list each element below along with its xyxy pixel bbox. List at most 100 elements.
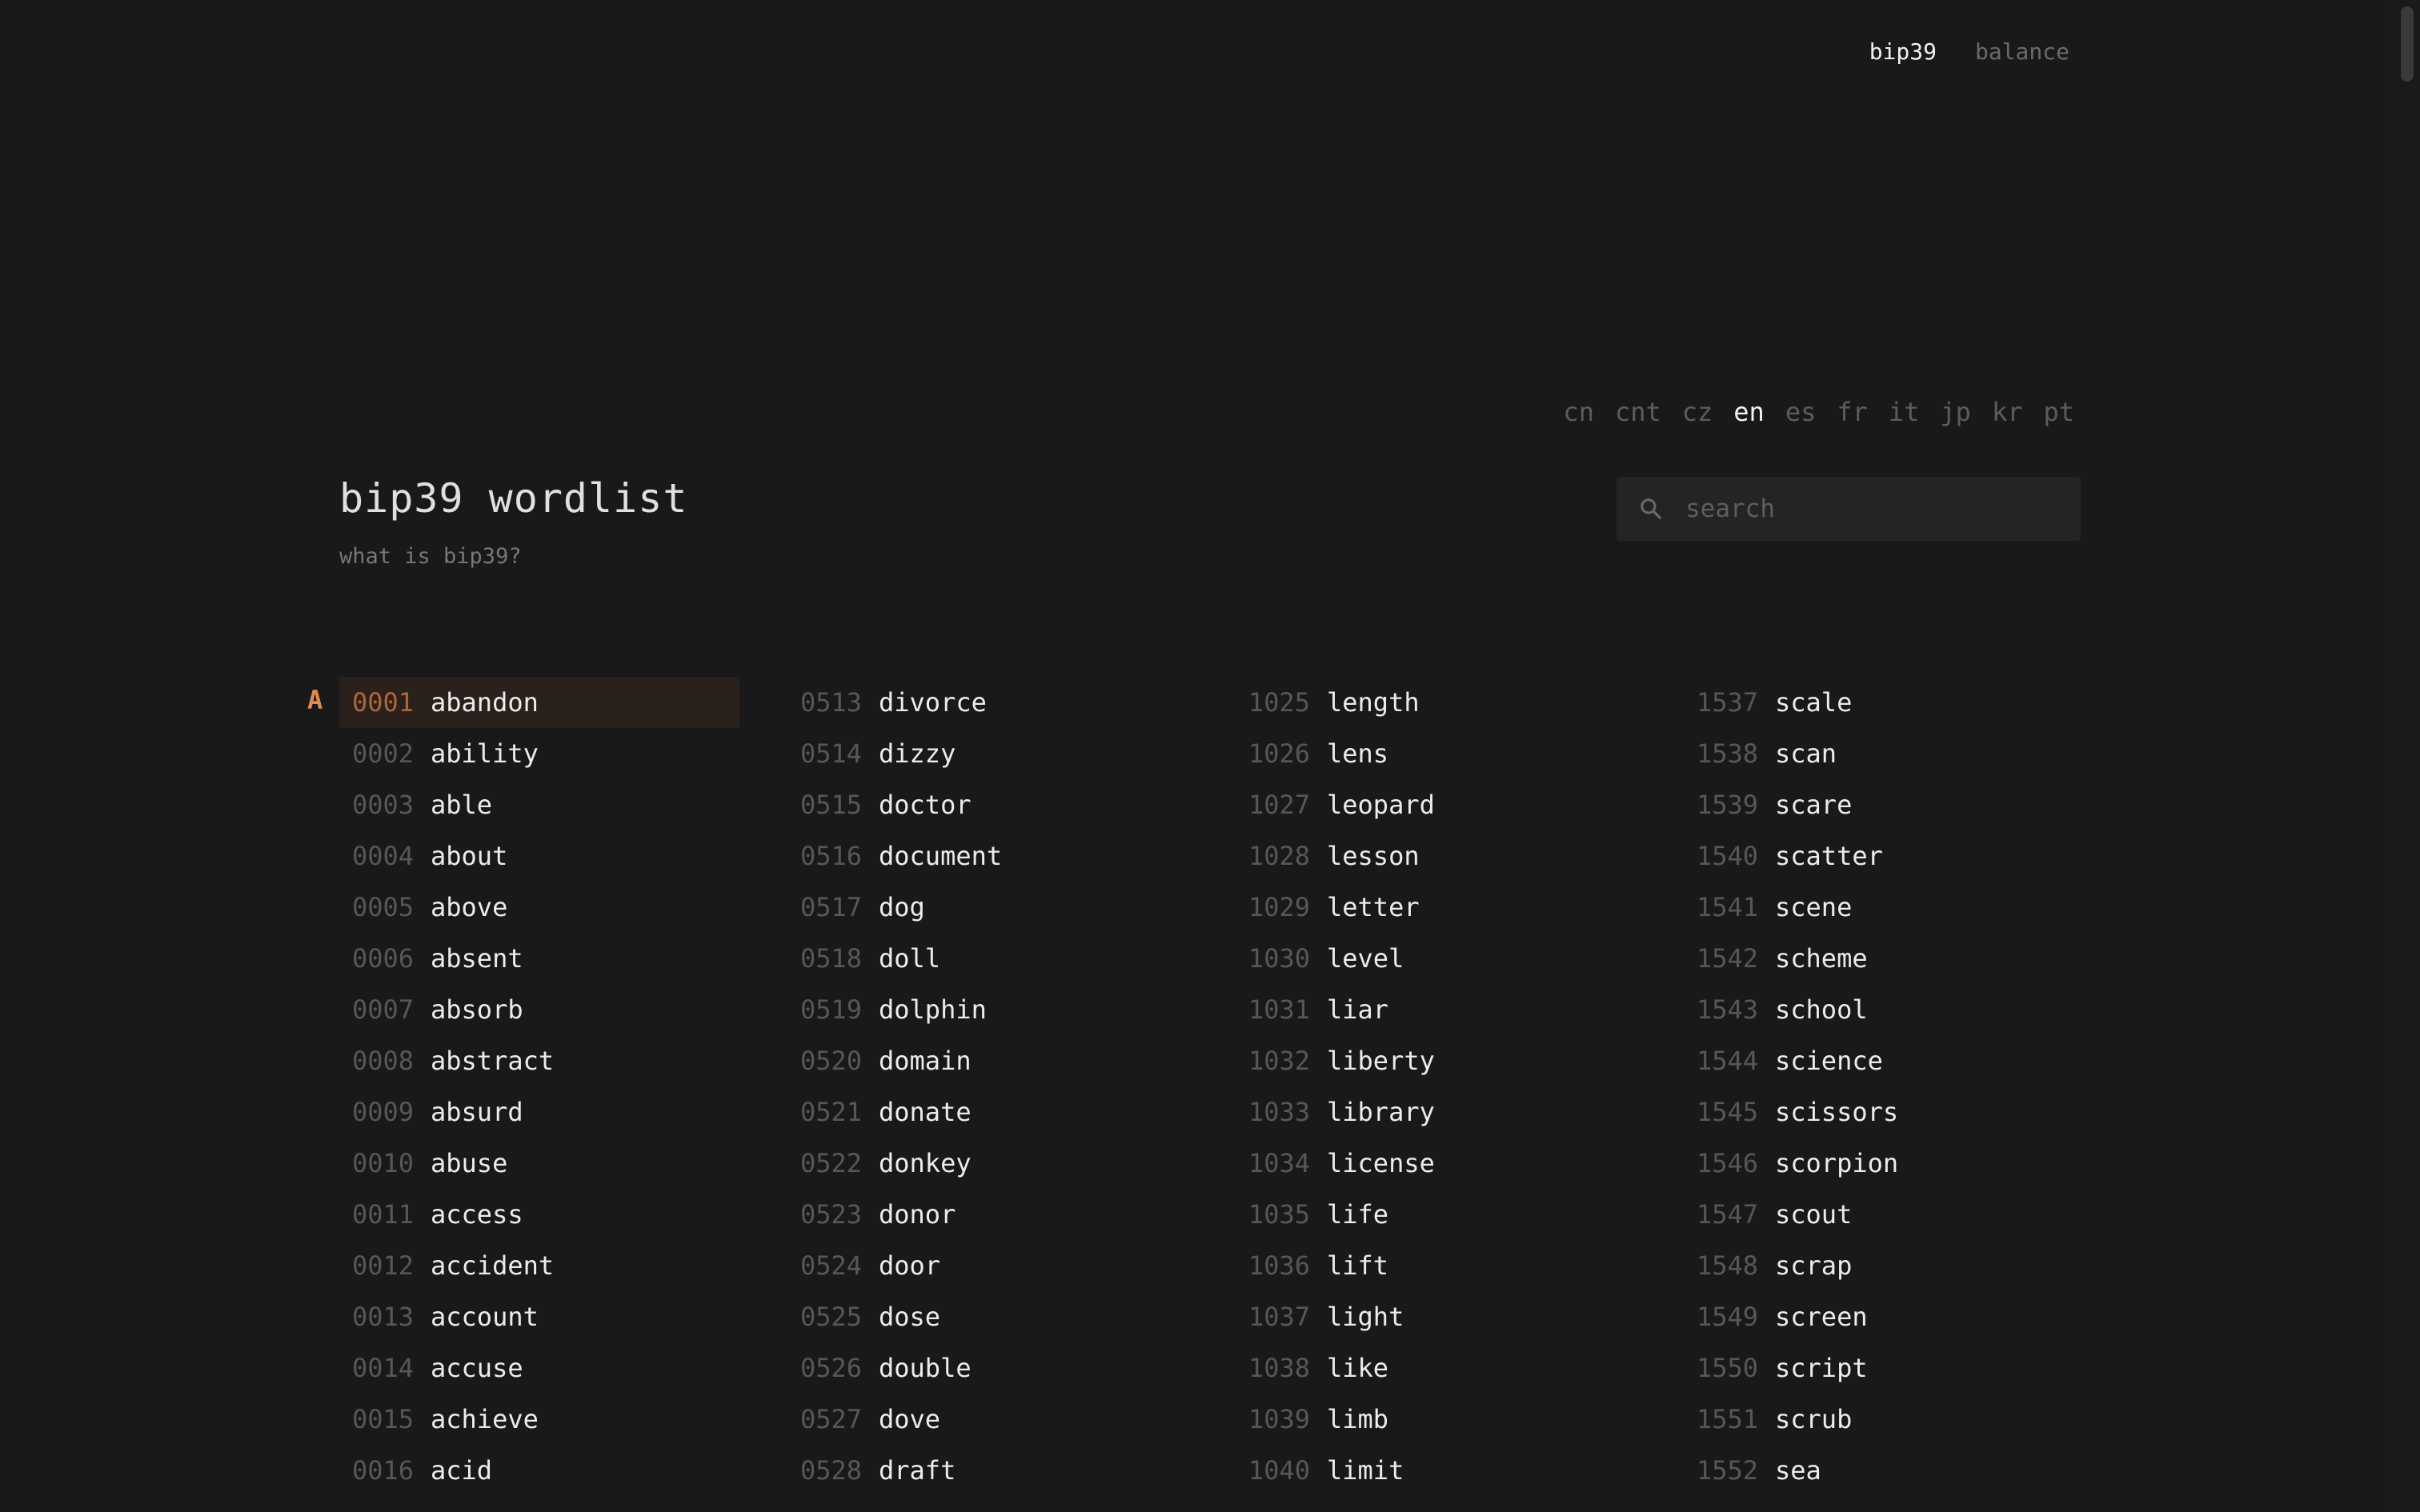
word-row[interactable]: 1027 leopard bbox=[1236, 779, 1636, 830]
word-row[interactable]: 0514 dizzy bbox=[787, 728, 1188, 779]
nav-link-bip39[interactable]: bip39 bbox=[1869, 38, 1937, 65]
word-text: accident bbox=[431, 1250, 555, 1281]
word-row[interactable]: 1540 scatter bbox=[1684, 830, 2084, 882]
word-row[interactable]: 1030 level bbox=[1236, 933, 1636, 984]
word-row[interactable]: 1036 lift bbox=[1236, 1240, 1636, 1291]
word-row[interactable]: 1547 scout bbox=[1684, 1189, 2084, 1240]
word-row[interactable]: 1537 scale bbox=[1684, 677, 2084, 728]
word-row[interactable]: 0005 above bbox=[339, 882, 739, 933]
word-row[interactable]: 0007 absorb bbox=[339, 984, 739, 1035]
scrollbar-thumb[interactable] bbox=[2401, 6, 2414, 82]
word-row[interactable]: 1028 lesson bbox=[1236, 830, 1636, 882]
word-row[interactable]: 0008 abstract bbox=[339, 1035, 739, 1086]
word-row[interactable]: 1542 scheme bbox=[1684, 933, 2084, 984]
word-row[interactable]: 0519 dolphin bbox=[787, 984, 1188, 1035]
word-row[interactable]: 1539 scare bbox=[1684, 779, 2084, 830]
word-text: scatter bbox=[1775, 841, 1883, 871]
word-text: doll bbox=[879, 943, 941, 974]
word-row[interactable]: 0016 acid bbox=[339, 1445, 739, 1496]
word-row[interactable]: 1552 sea bbox=[1684, 1445, 2084, 1496]
word-row[interactable]: 0528 draft bbox=[787, 1445, 1188, 1496]
nav-link-balance[interactable]: balance bbox=[1975, 38, 2069, 65]
word-text: draft bbox=[879, 1455, 956, 1486]
lang-cnt[interactable]: cnt bbox=[1615, 397, 1661, 427]
word-row[interactable]: 1040 limit bbox=[1236, 1445, 1636, 1496]
lang-jp[interactable]: jp bbox=[1940, 397, 1971, 427]
word-text: scorpion bbox=[1775, 1148, 1899, 1178]
word-row[interactable]: 1025 length bbox=[1236, 677, 1636, 728]
word-row[interactable]: 0001 abandon bbox=[339, 677, 739, 728]
word-row[interactable]: 0011 access bbox=[339, 1189, 739, 1240]
word-index: 0520 bbox=[800, 1046, 863, 1076]
word-row[interactable]: 0524 door bbox=[787, 1240, 1188, 1291]
word-row[interactable]: 1035 life bbox=[1236, 1189, 1636, 1240]
word-row[interactable]: 1037 light bbox=[1236, 1291, 1636, 1342]
word-row[interactable]: 1034 license bbox=[1236, 1138, 1636, 1189]
lang-pt[interactable]: pt bbox=[2043, 397, 2074, 427]
word-text: scrub bbox=[1775, 1404, 1853, 1434]
word-row[interactable]: 1546 scorpion bbox=[1684, 1138, 2084, 1189]
lang-en[interactable]: en bbox=[1733, 397, 1765, 427]
word-row[interactable]: 0523 donor bbox=[787, 1189, 1188, 1240]
word-row[interactable]: 0013 account bbox=[339, 1291, 739, 1342]
word-row[interactable]: 0003 able bbox=[339, 779, 739, 830]
word-index: 0522 bbox=[800, 1148, 863, 1178]
word-row[interactable]: 1549 screen bbox=[1684, 1291, 2084, 1342]
lang-es[interactable]: es bbox=[1785, 397, 1817, 427]
word-row[interactable]: 1026 lens bbox=[1236, 728, 1636, 779]
word-row[interactable]: 1541 scene bbox=[1684, 882, 2084, 933]
word-row[interactable]: 0516 document bbox=[787, 830, 1188, 882]
word-row[interactable]: 0522 donkey bbox=[787, 1138, 1188, 1189]
word-index: 0007 bbox=[352, 994, 415, 1025]
word-row[interactable]: 1039 limb bbox=[1236, 1394, 1636, 1445]
word-row[interactable]: 1545 scissors bbox=[1684, 1086, 2084, 1138]
word-row[interactable]: 0015 achieve bbox=[339, 1394, 739, 1445]
word-row[interactable]: 0513 divorce bbox=[787, 677, 1188, 728]
word-row[interactable]: 0520 domain bbox=[787, 1035, 1188, 1086]
word-row[interactable]: 1538 scan bbox=[1684, 728, 2084, 779]
lang-kr[interactable]: kr bbox=[1992, 397, 2023, 427]
lang-it[interactable]: it bbox=[1889, 397, 1920, 427]
word-text: light bbox=[1327, 1302, 1404, 1332]
word-index: 1030 bbox=[1248, 943, 1311, 974]
word-index: 1036 bbox=[1248, 1250, 1311, 1281]
word-row[interactable]: 0518 doll bbox=[787, 933, 1188, 984]
lang-cz[interactable]: cz bbox=[1682, 397, 1713, 427]
lang-cn[interactable]: cn bbox=[1563, 397, 1594, 427]
word-row[interactable]: 1543 school bbox=[1684, 984, 2084, 1035]
lang-fr[interactable]: fr bbox=[1837, 397, 1868, 427]
word-row[interactable]: 1032 liberty bbox=[1236, 1035, 1636, 1086]
word-text: scale bbox=[1775, 687, 1853, 718]
word-row[interactable]: 0527 dove bbox=[787, 1394, 1188, 1445]
word-row[interactable]: 1548 scrap bbox=[1684, 1240, 2084, 1291]
word-row[interactable]: 1029 letter bbox=[1236, 882, 1636, 933]
scrollbar[interactable] bbox=[2391, 0, 2420, 1512]
word-index: 1547 bbox=[1697, 1199, 1759, 1230]
word-row[interactable]: 0002 ability bbox=[339, 728, 739, 779]
word-index: 0516 bbox=[800, 841, 863, 871]
what-is-bip39-link[interactable]: what is bip39? bbox=[339, 544, 522, 569]
word-row[interactable]: 0014 accuse bbox=[339, 1342, 739, 1394]
word-row[interactable]: 0004 about bbox=[339, 830, 739, 882]
word-text: length bbox=[1327, 687, 1420, 718]
word-row[interactable]: 0012 accident bbox=[339, 1240, 739, 1291]
search-input[interactable] bbox=[1684, 494, 2055, 524]
word-text: lift bbox=[1327, 1250, 1389, 1281]
word-row[interactable]: 1038 like bbox=[1236, 1342, 1636, 1394]
word-row[interactable]: 0517 dog bbox=[787, 882, 1188, 933]
word-index: 1539 bbox=[1697, 790, 1759, 820]
word-row[interactable]: 0525 dose bbox=[787, 1291, 1188, 1342]
word-row[interactable]: 0009 absurd bbox=[339, 1086, 739, 1138]
word-row[interactable]: 1031 liar bbox=[1236, 984, 1636, 1035]
word-row[interactable]: 1551 scrub bbox=[1684, 1394, 2084, 1445]
word-index: 1027 bbox=[1248, 790, 1311, 820]
word-row[interactable]: 0521 donate bbox=[787, 1086, 1188, 1138]
word-row[interactable]: 1033 library bbox=[1236, 1086, 1636, 1138]
search-box[interactable] bbox=[1617, 477, 2081, 541]
word-row[interactable]: 0010 abuse bbox=[339, 1138, 739, 1189]
word-row[interactable]: 0526 double bbox=[787, 1342, 1188, 1394]
word-row[interactable]: 0006 absent bbox=[339, 933, 739, 984]
word-row[interactable]: 1550 script bbox=[1684, 1342, 2084, 1394]
word-row[interactable]: 0515 doctor bbox=[787, 779, 1188, 830]
word-row[interactable]: 1544 science bbox=[1684, 1035, 2084, 1086]
